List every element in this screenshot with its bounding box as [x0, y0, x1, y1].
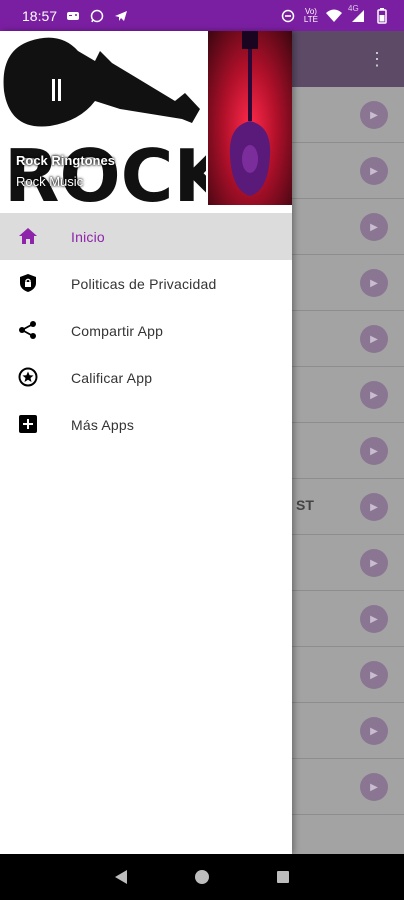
menu-item-label: Politicas de Privacidad [71, 275, 217, 292]
play-icon: ▶ [360, 269, 388, 297]
navigation-drawer: ROCK Rock Ringtones Rock Music Inicio Po… [0, 31, 292, 854]
shield-lock-icon [17, 272, 39, 294]
menu-item-more-apps[interactable]: Más Apps [0, 401, 292, 448]
drawer-header: ROCK Rock Ringtones Rock Music [0, 31, 292, 205]
status-bar: 18:57 Vo) LTE 4G [0, 0, 404, 31]
signal-icon: 4G [348, 4, 366, 24]
do-not-disturb-icon [280, 8, 296, 24]
menu-item-label: Más Apps [71, 416, 135, 433]
menu-item-privacy-policy[interactable]: Politicas de Privacidad [0, 260, 292, 307]
menu-item-rate-app[interactable]: Calificar App [0, 354, 292, 401]
home-icon [17, 225, 39, 247]
telegram-icon [113, 8, 129, 24]
guitar-image [208, 31, 292, 205]
play-icon: ▶ [360, 773, 388, 801]
recents-button[interactable] [273, 867, 293, 887]
drawer-menu: Inicio Politicas de Privacidad Compartir… [0, 213, 292, 448]
system-navigation-bar [0, 854, 404, 900]
play-icon: ▶ [360, 549, 388, 577]
back-button[interactable] [111, 867, 131, 887]
play-icon: ▶ [360, 325, 388, 353]
play-icon: ▶ [360, 381, 388, 409]
battery-icon [374, 7, 390, 24]
list-item-title: ST [296, 497, 314, 513]
star-badge-icon [17, 366, 39, 388]
play-icon: ▶ [360, 661, 388, 689]
volte-indicator: Vo) LTE [303, 6, 318, 24]
menu-item-label: Compartir App [71, 322, 164, 339]
play-icon: ▶ [360, 493, 388, 521]
play-icon: ▶ [360, 101, 388, 129]
menu-item-share-app[interactable]: Compartir App [0, 307, 292, 354]
play-icon: ▶ [360, 717, 388, 745]
menu-item-label: Calificar App [71, 369, 153, 386]
status-time: 18:57 [22, 7, 58, 24]
whatsapp-icon [89, 8, 105, 24]
add-box-icon [17, 413, 39, 435]
home-button[interactable] [192, 867, 212, 887]
play-icon: ▶ [360, 605, 388, 633]
menu-item-inicio[interactable]: Inicio [0, 213, 292, 260]
play-icon: ▶ [360, 437, 388, 465]
game-controller-icon [65, 8, 81, 24]
more-options-icon: ⋮ [368, 49, 386, 69]
drawer-header-title: Rock Ringtones [16, 153, 115, 168]
rock-logo-text: ROCK [4, 134, 206, 205]
drawer-header-subtitle: Rock Music [16, 174, 84, 189]
play-icon: ▶ [360, 213, 388, 241]
wifi-icon [326, 8, 342, 24]
menu-item-label: Inicio [71, 228, 105, 245]
play-icon: ▶ [360, 157, 388, 185]
share-icon [17, 319, 39, 341]
